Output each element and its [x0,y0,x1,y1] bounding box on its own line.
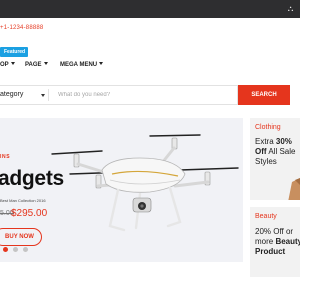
hero-slider: INS adgets Best Man Collection 2016 5.00… [0,118,243,262]
chevron-down-icon [41,94,45,97]
category-select-label: ategory [0,91,24,98]
slider-dot[interactable] [3,247,8,252]
nav-item-mega-menu[interactable]: MEGA MENU [60,60,104,70]
chevron-down-icon [43,62,48,65]
hero-subtitle: Best Man Collection 2016 [0,198,46,203]
promo-text: Extra 30% Off All Sale Styles [255,137,295,167]
hero-price: $295.00 [11,208,48,219]
promo-line: All Sale [266,147,296,156]
storefront-page: ⛬ +1-1234-88888 Featured OP PAGE MEGA ME… [0,0,300,300]
search-divider [48,89,49,101]
chevron-down-icon [10,62,15,65]
promo-title: Clothing [255,124,281,131]
translate-icon[interactable]: ⛬ [285,4,296,14]
promo-title: Beauty [255,213,277,220]
slider-dot[interactable] [23,247,28,252]
promo-line: Styles [255,157,277,166]
slider-dot[interactable] [13,247,18,252]
promo-line-bold: 30% [275,137,292,146]
promo-clothing[interactable]: Clothing Extra 30% Off All Sale Styles [250,118,300,200]
clothing-promo-image [288,178,300,200]
promo-line: more [255,237,276,246]
hero-eyebrow: INS [0,154,11,160]
promo-line-bold: Product [255,247,286,256]
browser-top-bar: ⛬ [0,0,300,18]
promo-line-bold: Off [255,147,267,156]
hero-title: adgets [0,167,64,190]
promo-text: 20% Off or more Beauty Product [255,227,300,257]
chevron-down-icon [99,62,104,65]
search-button[interactable]: SEARCH [238,85,290,105]
drone-image [51,134,239,232]
header-phone: +1-1234-88888 [0,25,44,31]
category-select[interactable]: ategory [0,86,47,104]
buy-now-button[interactable]: BUY NOW [0,228,42,246]
promo-beauty[interactable]: Beauty 20% Off or more Beauty Product [250,207,300,277]
nav-item-shop[interactable]: OP [0,60,15,70]
nav-item-label: OP [0,62,9,68]
nav-item-label: MEGA MENU [60,62,98,68]
search-bar: ategory [0,85,238,105]
promo-line-bold: Beauty [275,237,300,246]
search-input[interactable] [50,87,236,103]
promo-line: 20% Off or [255,227,294,236]
promo-line: Extra [255,137,276,146]
nav-item-page[interactable]: PAGE [25,60,48,70]
nav-item-label: PAGE [25,62,42,68]
featured-badge: Featured [0,47,29,57]
